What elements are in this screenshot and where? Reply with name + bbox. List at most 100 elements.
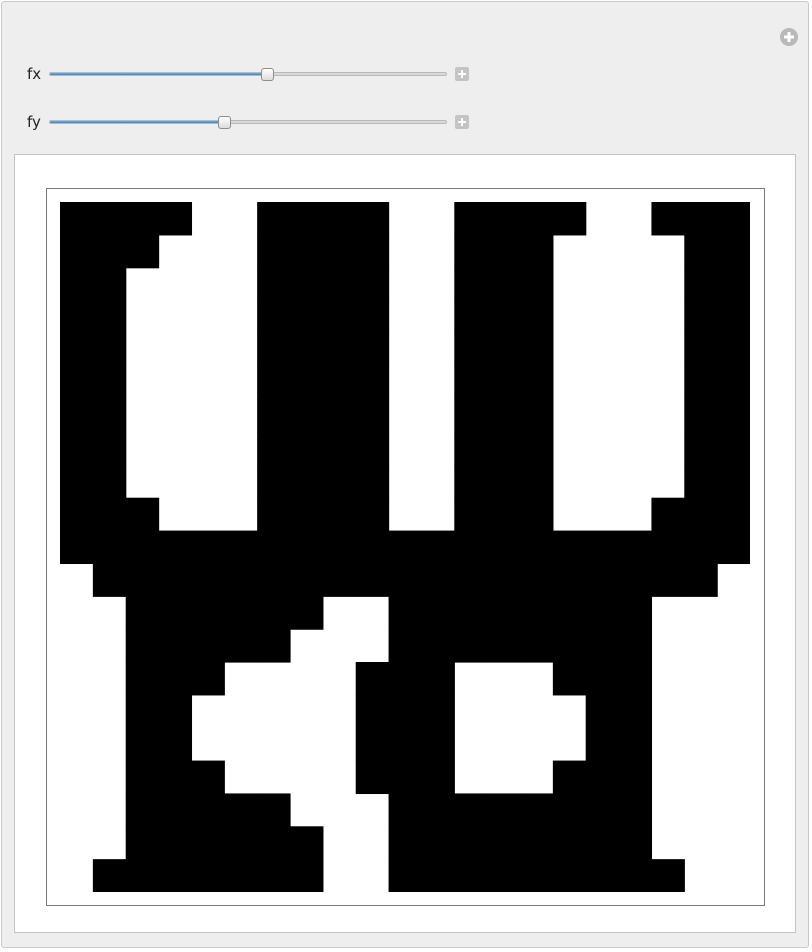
pattern-cell <box>487 202 521 236</box>
pattern-cell <box>552 563 587 597</box>
pattern-cell <box>322 333 357 367</box>
pattern-cell <box>290 859 324 892</box>
pattern-cell <box>618 760 653 795</box>
pattern-cell <box>290 333 324 367</box>
pattern-cell <box>454 366 488 400</box>
pattern-cell <box>520 596 554 630</box>
pattern-cell <box>585 760 620 795</box>
pattern-cell <box>388 530 423 565</box>
pattern-cell <box>158 727 193 762</box>
pattern-cell <box>487 432 521 466</box>
pattern-cell <box>60 432 94 466</box>
pattern-cell <box>421 629 455 663</box>
pattern-cell <box>520 629 554 663</box>
pattern-cell <box>421 662 455 696</box>
pattern-cell <box>454 267 488 302</box>
pattern-cell <box>60 333 94 367</box>
pattern-cell <box>290 530 324 565</box>
fx-control-row: fx <box>2 64 808 84</box>
pattern-cell <box>487 267 521 302</box>
fy-increment-button[interactable] <box>455 115 469 129</box>
pattern-cell <box>355 530 390 565</box>
pattern-cell <box>322 464 357 499</box>
pattern-cell <box>290 826 324 860</box>
pattern-cell <box>618 694 653 729</box>
pattern-cell <box>257 826 291 860</box>
pattern-cell <box>421 826 455 860</box>
pattern-cell <box>125 563 160 597</box>
fx-slider-track[interactable] <box>49 72 447 76</box>
pattern-cell <box>290 300 324 335</box>
pattern-cell <box>684 530 718 565</box>
pattern-cell <box>158 202 193 236</box>
pattern-cell <box>684 464 718 499</box>
pattern-cell <box>60 464 94 499</box>
pattern-cell <box>355 432 390 466</box>
pattern-cell <box>125 760 160 795</box>
pattern-cell <box>92 399 127 433</box>
pattern-cell <box>487 399 521 433</box>
pattern-cell <box>520 202 554 236</box>
pattern-cell <box>191 596 225 630</box>
pattern-cell <box>322 234 357 269</box>
pattern-cell <box>651 202 685 236</box>
fy-slider-track[interactable] <box>49 120 447 124</box>
pattern-cell <box>552 596 587 630</box>
pattern-cell <box>322 530 357 565</box>
pattern-cell <box>60 234 94 269</box>
pattern-cell <box>421 859 455 892</box>
pattern-cell <box>421 727 455 762</box>
pattern-cell <box>60 399 94 433</box>
fy-slider-thumb[interactable] <box>217 116 231 129</box>
pattern-cell <box>717 267 750 302</box>
pattern-cell <box>355 300 390 335</box>
pattern-cell <box>191 760 225 795</box>
pattern-cell <box>717 300 750 335</box>
pattern-cell <box>520 432 554 466</box>
pattern-cell <box>158 563 193 597</box>
pattern-cell <box>322 563 357 597</box>
pattern-cell <box>257 464 291 499</box>
pattern-cell <box>355 202 390 236</box>
pattern-cell <box>125 694 160 729</box>
pattern-cell <box>552 826 587 860</box>
pattern-cell <box>717 202 750 236</box>
pattern-cell <box>191 629 225 663</box>
pattern-cell <box>322 399 357 433</box>
pattern-cell <box>487 464 521 499</box>
add-options-button[interactable] <box>779 27 799 47</box>
pattern-cell <box>92 464 127 499</box>
pattern-cell <box>125 727 160 762</box>
pattern-cell <box>454 333 488 367</box>
pattern-cell <box>60 267 94 302</box>
pattern-cell <box>92 300 127 335</box>
pattern-cell <box>355 694 390 729</box>
pattern-cell <box>257 234 291 269</box>
pattern-cell <box>618 596 653 630</box>
fx-slider-thumb[interactable] <box>261 68 275 81</box>
pattern-cell <box>487 366 521 400</box>
pattern-cell <box>322 366 357 400</box>
pattern-cell <box>618 793 653 827</box>
pattern-cell <box>454 596 488 630</box>
pattern-cell <box>125 497 160 532</box>
pattern-cell <box>191 530 225 565</box>
pattern-cell <box>355 366 390 400</box>
fx-increment-button[interactable] <box>455 67 469 81</box>
pattern-cell <box>388 859 423 892</box>
pattern-cell <box>585 596 620 630</box>
pattern-cell <box>388 793 423 827</box>
pattern-cell <box>355 662 390 696</box>
pattern-cell <box>618 826 653 860</box>
pattern-cell <box>125 629 160 663</box>
pattern-cell <box>290 267 324 302</box>
pattern-cell <box>717 497 750 532</box>
pattern-cell <box>487 859 521 892</box>
pattern-cell <box>257 629 291 663</box>
pattern-cell <box>684 432 718 466</box>
pattern-cell <box>421 694 455 729</box>
pattern-cell <box>618 727 653 762</box>
pattern-cell <box>191 563 225 597</box>
pattern-cell <box>388 629 423 663</box>
pattern-cell <box>552 202 587 236</box>
